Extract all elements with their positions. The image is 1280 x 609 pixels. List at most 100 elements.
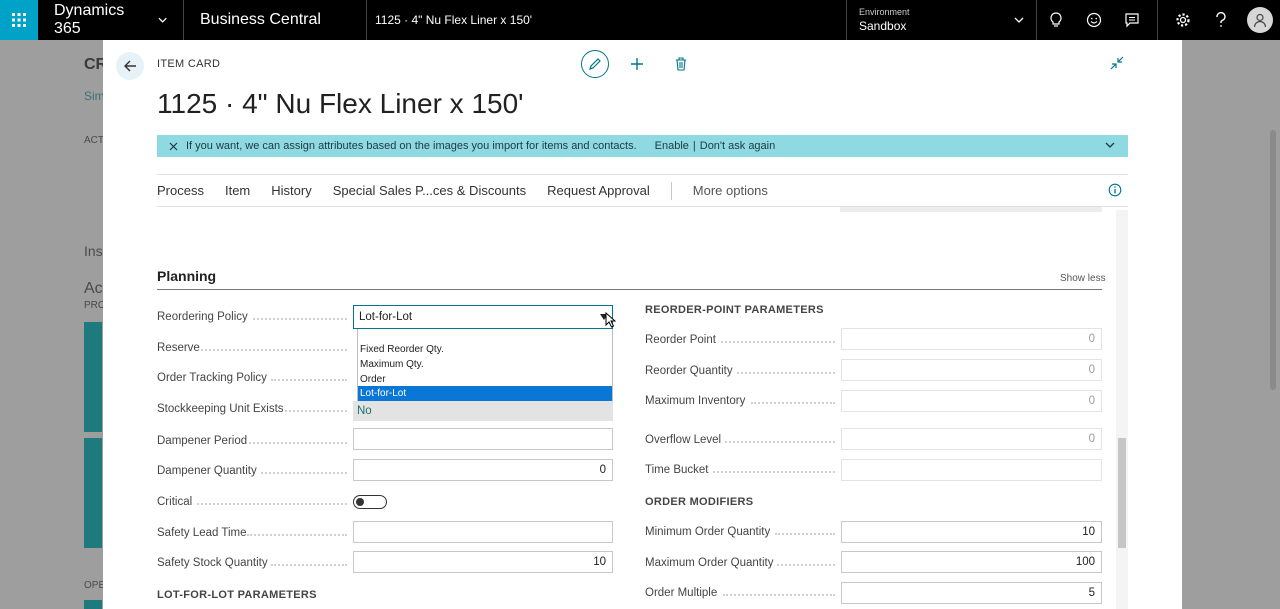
new-button[interactable]: [621, 50, 653, 78]
top-icon-group: [1036, 0, 1280, 40]
order-multiple-field[interactable]: 5: [841, 582, 1102, 604]
user-icon: [1253, 13, 1267, 28]
action-history[interactable]: History: [271, 183, 311, 198]
reserve-label: Reserve: [157, 342, 200, 354]
action-special-sales-prices[interactable]: Special Sales P...ces & Discounts: [333, 183, 526, 198]
leader-dots: [253, 318, 347, 320]
reordering-policy-value: Lot-for-Lot: [359, 311, 413, 323]
background-tile: [84, 600, 102, 609]
dampener-period-label: Dampener Period: [157, 435, 248, 447]
more-options-button[interactable]: More options: [693, 183, 768, 198]
maximum-order-quantity-label: Maximum Order Quantity: [645, 557, 774, 569]
divider: [1157, 0, 1158, 40]
smiley-icon: [1086, 12, 1102, 28]
arrow-left-icon: [124, 60, 136, 72]
divider: [670, 181, 672, 200]
action-item[interactable]: Item: [225, 183, 250, 198]
leader-dots: [751, 402, 835, 404]
lot-for-lot-parameters-heading: LOT-FOR-LOT PARAMETERS: [157, 589, 317, 601]
delete-button[interactable]: [665, 50, 697, 78]
leader-dots: [737, 372, 835, 374]
edit-button[interactable]: [581, 50, 609, 78]
minimum-order-quantity-field[interactable]: 10: [841, 521, 1102, 543]
collapse-icon: [1110, 56, 1124, 70]
show-less-link[interactable]: Show less: [1060, 273, 1106, 284]
leader-dots: [725, 441, 835, 443]
vertical-scrollbar[interactable]: [1116, 210, 1128, 609]
leader-dots: [201, 349, 347, 351]
dropdown-option-order[interactable]: Order: [358, 372, 612, 387]
feedback-button[interactable]: [1075, 0, 1113, 40]
leader-dots: [271, 379, 347, 381]
dampener-quantity-label: Dampener Quantity: [157, 465, 257, 477]
critical-label: Critical: [157, 496, 193, 508]
reorder-point-label: Reorder Point: [645, 334, 716, 346]
background-tile: [84, 322, 102, 432]
reorder-point-field[interactable]: 0: [841, 328, 1102, 350]
dropdown-option-maximum-qty[interactable]: Maximum Qty.: [358, 357, 612, 372]
app-launcher-button[interactable]: [0, 0, 38, 40]
leader-dots: [197, 503, 347, 505]
background-activities: Ac: [84, 280, 103, 297]
leader-dots: [271, 564, 347, 566]
maximum-order-quantity-field[interactable]: 100: [841, 551, 1102, 573]
maximum-inventory-field[interactable]: 0: [841, 390, 1102, 412]
overflow-level-field[interactable]: 0: [841, 428, 1102, 450]
leader-dots: [249, 442, 347, 444]
action-bar: Process Item History Special Sales P...c…: [157, 174, 1128, 207]
close-icon[interactable]: [169, 142, 178, 151]
messages-button[interactable]: [1113, 0, 1151, 40]
trash-icon: [676, 57, 686, 71]
help-button[interactable]: [1202, 0, 1240, 40]
background-scrollbar[interactable]: [1270, 130, 1276, 390]
horizontal-scroll-track: [840, 207, 1102, 212]
dampener-period-field[interactable]: [353, 428, 613, 450]
background-subtitle: Sim: [84, 89, 105, 103]
order-multiple-label: Order Multiple: [645, 587, 718, 599]
environment-selector[interactable]: Environment Sandbox: [846, 0, 1036, 40]
action-process[interactable]: Process: [157, 183, 204, 198]
chevron-down-icon[interactable]: [1104, 138, 1116, 152]
dropdown-option-fixed-reorder-qty[interactable]: Fixed Reorder Qty.: [358, 342, 612, 357]
enable-link[interactable]: Enable: [655, 140, 689, 152]
time-bucket-label: Time Bucket: [645, 464, 709, 476]
dampener-quantity-field[interactable]: 0: [353, 459, 613, 481]
dont-ask-again-link[interactable]: Don't ask again: [700, 140, 775, 152]
critical-toggle[interactable]: [353, 495, 387, 509]
plus-icon: [631, 58, 643, 70]
info-icon[interactable]: [1108, 183, 1122, 197]
reordering-policy-select[interactable]: Lot-for-Lot: [353, 305, 613, 329]
planning-section-title[interactable]: Planning: [157, 268, 216, 284]
leader-dots: [713, 471, 835, 473]
leader-dots: [777, 564, 835, 566]
card-actions: [581, 50, 697, 78]
time-bucket-field[interactable]: [841, 459, 1102, 481]
settings-button[interactable]: [1164, 0, 1202, 40]
reorder-quantity-field[interactable]: 0: [841, 359, 1102, 381]
order-modifiers-heading: ORDER MODIFIERS: [645, 496, 754, 508]
leader-dots: [285, 410, 347, 412]
background-ope: OPE: [84, 580, 106, 591]
toggle-knob: [356, 498, 364, 506]
collapse-button[interactable]: [1110, 56, 1124, 75]
banner-divider: |: [692, 140, 696, 152]
top-bar: Dynamics 365 Business Central 1125 · 4" …: [0, 0, 1280, 40]
chevron-down-icon: [158, 17, 167, 23]
mouse-cursor-icon: [605, 312, 616, 328]
dropdown-option-lot-for-lot[interactable]: Lot-for-Lot: [358, 386, 612, 401]
background-actions: ACT: [84, 135, 104, 146]
safety-lead-time-field[interactable]: [353, 521, 613, 543]
action-request-approval[interactable]: Request Approval: [547, 183, 650, 198]
reordering-policy-dropdown: Fixed Reorder Qty. Maximum Qty. Order Lo…: [357, 329, 613, 401]
minimum-order-quantity-label: Minimum Order Quantity: [645, 526, 771, 538]
app-name[interactable]: Business Central: [184, 0, 367, 40]
user-menu[interactable]: [1240, 0, 1280, 40]
stockkeeping-unit-exists-label: Stockkeeping Unit Exists: [157, 403, 284, 415]
gear-icon: [1176, 13, 1190, 27]
scrollbar-thumb[interactable]: [1118, 438, 1126, 548]
brand-menu[interactable]: Dynamics 365: [38, 0, 184, 40]
reorder-point-parameters-heading: REORDER-POINT PARAMETERS: [645, 304, 824, 316]
safety-stock-quantity-field[interactable]: 10: [353, 551, 613, 573]
lightbulb-button[interactable]: [1037, 0, 1075, 40]
back-button[interactable]: [116, 52, 144, 80]
